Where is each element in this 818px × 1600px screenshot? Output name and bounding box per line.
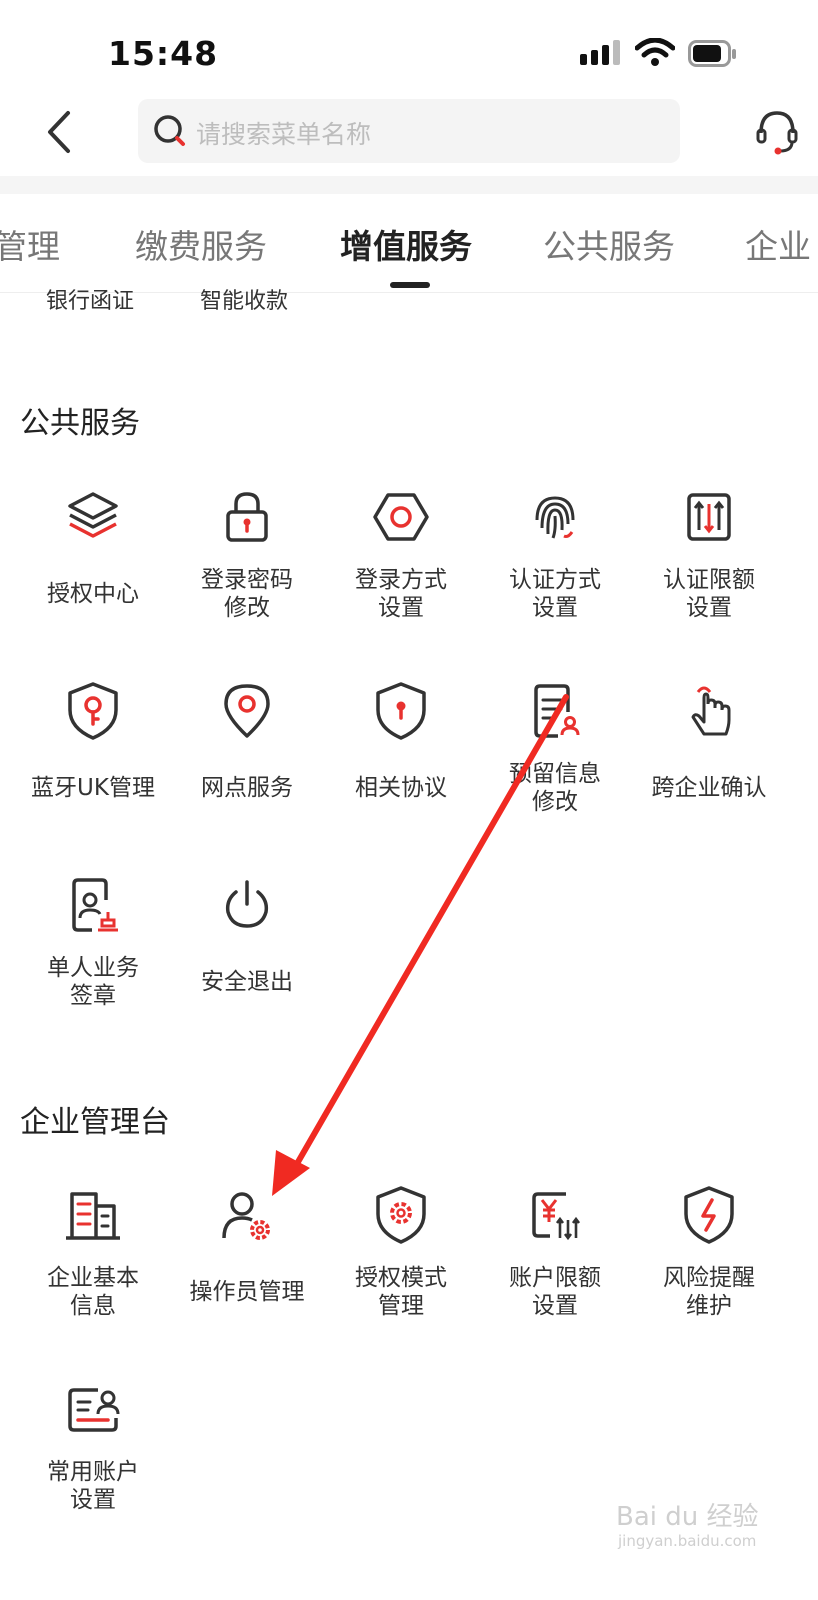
back-arrow-icon[interactable] xyxy=(40,107,80,157)
tab-management[interactable]: 管理 xyxy=(0,220,60,268)
header-divider xyxy=(0,176,818,194)
limit-arrows-icon xyxy=(687,493,731,541)
menu-item-label: 风险提醒 维护 xyxy=(663,1265,755,1319)
tab-payment[interactable]: 缴费服务 xyxy=(135,220,267,268)
menu-item-label: 蓝牙UK管理 xyxy=(31,775,155,801)
status-bar: 15:48 xyxy=(0,0,818,100)
menu-item-auth-mode[interactable]: 授权模式 管理 xyxy=(324,1180,478,1320)
menu-item-operator-management[interactable]: 操作员管理 xyxy=(170,1180,324,1306)
menu-item-agreements[interactable]: 相关协议 xyxy=(324,676,478,802)
menu-item-label: 预留信息 修改 xyxy=(509,761,601,815)
menu-item-label: 单人业务 签章 xyxy=(47,955,139,1009)
menu-item-label: 常用账户 设置 xyxy=(47,1459,139,1513)
battery-icon xyxy=(688,40,736,67)
menu-item-safe-exit[interactable]: 安全退出 xyxy=(170,870,324,996)
search-input[interactable]: 请搜索菜单名称 xyxy=(138,99,680,163)
tab-enterprise[interactable]: 企业 xyxy=(745,220,811,268)
menu-item-label: 账户限额 设置 xyxy=(509,1265,601,1319)
location-pin-icon xyxy=(224,684,270,738)
building-icon xyxy=(66,1192,120,1240)
menu-item-login-method[interactable]: 登录方式 设置 xyxy=(324,482,478,622)
shield-keyhole-icon xyxy=(376,682,426,740)
shield-key-icon xyxy=(68,682,118,740)
account-card-icon xyxy=(68,1388,120,1432)
seal-document-icon xyxy=(72,878,118,932)
top-bar: 请搜索菜单名称 xyxy=(0,95,818,175)
status-time: 15:48 xyxy=(108,34,219,73)
customer-service-icon[interactable] xyxy=(756,109,798,155)
menu-item-enterprise-info[interactable]: 企业基本 信息 xyxy=(16,1180,170,1320)
menu-item-label: 认证限额 设置 xyxy=(663,567,755,621)
menu-item-label: 网点服务 xyxy=(201,775,293,801)
active-tab-indicator xyxy=(390,282,430,288)
section-title-enterprise: 企业管理台 xyxy=(20,1105,170,1140)
layers-icon xyxy=(68,492,118,538)
wifi-icon xyxy=(635,38,675,66)
watermark-url: jingyan.baidu.com xyxy=(618,1532,757,1550)
watermark: Bai du 经验 xyxy=(616,1502,759,1532)
menu-item-label: 认证方式 设置 xyxy=(509,567,601,621)
menu-item-auth-method[interactable]: 认证方式 设置 xyxy=(478,482,632,622)
tab-value-added[interactable]: 增值服务 xyxy=(340,220,472,268)
menu-item-reserved-info[interactable]: 预留信息 修改 xyxy=(478,676,632,816)
search-placeholder: 请搜索菜单名称 xyxy=(196,120,372,149)
menu-item-label: 安全退出 xyxy=(201,969,293,995)
tab-public[interactable]: 公共服务 xyxy=(543,220,675,268)
menu-item-auth-limit[interactable]: 认证限额 设置 xyxy=(632,482,786,622)
menu-item-bluetooth-uk[interactable]: 蓝牙UK管理 xyxy=(16,676,170,802)
menu-item-risk-reminder[interactable]: 风险提醒 维护 xyxy=(632,1180,786,1320)
lock-icon xyxy=(226,492,268,542)
fingerprint-icon xyxy=(535,496,575,539)
power-icon xyxy=(225,880,269,928)
menu-item-label: 相关协议 xyxy=(355,775,447,801)
category-tabs: 管理 缴费服务 增值服务 公共服务 企业 xyxy=(0,194,818,293)
menu-item-authorization-center[interactable]: 授权中心 xyxy=(16,482,170,608)
menu-item-login-password[interactable]: 登录密码 修改 xyxy=(170,482,324,622)
menu-item-cross-enterprise[interactable]: 跨企业确认 xyxy=(632,676,786,802)
shield-bolt-icon xyxy=(684,1186,734,1244)
yuan-limit-icon xyxy=(532,1192,581,1241)
shield-gear-icon xyxy=(376,1186,426,1244)
user-gear-icon xyxy=(222,1192,270,1240)
menu-item-single-signature[interactable]: 单人业务 签章 xyxy=(16,870,170,1010)
menu-item-branch-service[interactable]: 网点服务 xyxy=(170,676,324,802)
menu-item-label: 操作员管理 xyxy=(189,1279,305,1305)
menu-item-account-limit[interactable]: 账户限额 设置 xyxy=(478,1180,632,1320)
menu-item-common-account[interactable]: 常用账户 设置 xyxy=(16,1374,170,1514)
document-user-icon xyxy=(534,684,580,738)
menu-item-label: 企业基本 信息 xyxy=(47,1265,139,1319)
menu-item-label: 授权中心 xyxy=(47,581,139,607)
menu-item-label: 授权模式 管理 xyxy=(355,1265,447,1319)
menu-item-label: 登录密码 修改 xyxy=(201,567,293,621)
menu-item-label: 登录方式 设置 xyxy=(355,567,447,621)
hexagon-icon xyxy=(373,493,429,541)
touch-hand-icon xyxy=(691,686,731,736)
section-title-public: 公共服务 xyxy=(20,406,140,441)
search-icon xyxy=(154,115,185,146)
menu-item-label: 跨企业确认 xyxy=(651,775,767,801)
cellular-signal-icon xyxy=(580,40,620,65)
